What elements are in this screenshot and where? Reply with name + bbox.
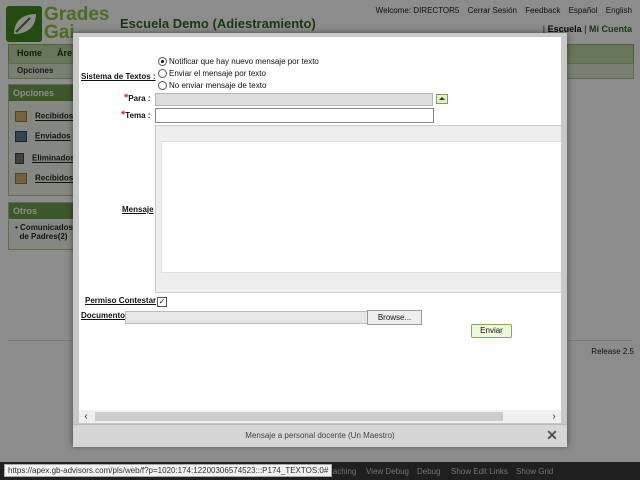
message-editor-area[interactable]: [161, 141, 561, 273]
tema-label: Tema :: [125, 111, 151, 120]
radio-button[interactable]: [158, 57, 167, 67]
dialog-footer: Mensaje a personal docente (Un Maestro) …: [73, 424, 567, 447]
tema-input[interactable]: [155, 108, 434, 123]
radio-label: Enviar el mensaje por texto: [169, 69, 266, 78]
enviar-button[interactable]: Enviar: [471, 324, 512, 338]
tema-label-group: *Tema :: [121, 109, 150, 121]
documento-label: Documento: [81, 311, 125, 320]
scroll-right-icon[interactable]: ›: [547, 410, 561, 423]
para-picker-button[interactable]: [436, 94, 448, 104]
mensaje-label: Mensaje: [122, 205, 154, 214]
sistema-textos-label: Sistema de Textos :: [81, 72, 156, 81]
message-editor: [155, 125, 561, 293]
horizontal-scrollbar[interactable]: ‹ ›: [79, 410, 561, 423]
message-dialog: Sistema de Textos : Notificar que hay nu…: [73, 33, 567, 447]
permiso-contestar-label: Permiso Contestar: [85, 296, 157, 305]
radio-label: Notificar que hay nuevo mensaje por text…: [169, 57, 319, 66]
radio-button[interactable]: [158, 69, 167, 79]
dialog-title: Mensaje a personal docente (Un Maestro): [245, 431, 395, 440]
radio-notificar[interactable]: Notificar que hay nuevo mensaje por text…: [158, 57, 319, 67]
browse-button[interactable]: Browse...: [367, 310, 422, 325]
scrollbar-thumb[interactable]: [95, 412, 503, 421]
radio-no-enviar[interactable]: No enviar mensaje de texto: [158, 81, 267, 91]
close-icon[interactable]: ✕: [545, 428, 559, 442]
permiso-contestar-checkbox[interactable]: ✓: [157, 297, 167, 307]
para-label-group: *Para :: [124, 92, 151, 104]
radio-label: No enviar mensaje de texto: [169, 81, 267, 90]
para-field[interactable]: [155, 93, 433, 106]
dialog-body: Sistema de Textos : Notificar que hay nu…: [79, 37, 561, 423]
radio-enviar-texto[interactable]: Enviar el mensaje por texto: [158, 69, 266, 79]
scroll-left-icon[interactable]: ‹: [79, 410, 93, 423]
radio-button[interactable]: [158, 81, 167, 91]
status-bar-url: https://apex.gb-advisors.com/pls/web/f?p…: [4, 464, 333, 477]
para-label: Para :: [128, 94, 151, 103]
documento-file-field[interactable]: [125, 311, 369, 324]
